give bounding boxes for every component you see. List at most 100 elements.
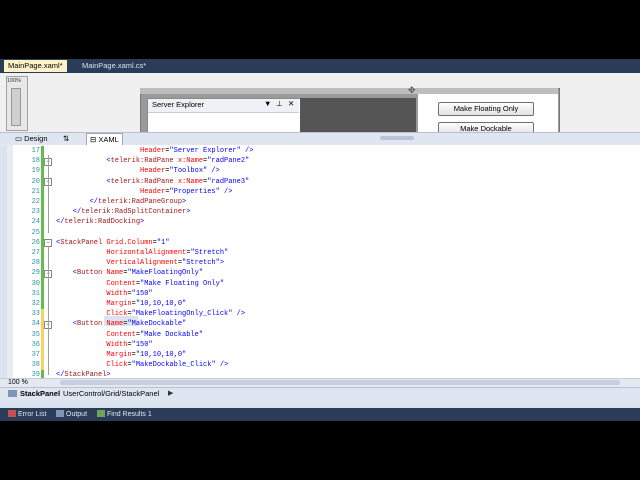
tab-find-results-label: Find Results 1	[107, 411, 152, 418]
code-line[interactable]: Click="MakeFloatingOnly_Click" />	[56, 309, 245, 319]
line-number: 29	[31, 269, 40, 278]
change-marker	[41, 207, 44, 218]
splitter-handle[interactable]	[380, 136, 414, 140]
zoom-slider-track[interactable]	[11, 88, 21, 126]
code-token: "Make Floating Only"	[140, 279, 225, 288]
code-token: Content	[56, 279, 136, 288]
change-marker	[41, 166, 44, 177]
tab-output[interactable]: Output	[56, 409, 87, 420]
pin-icon[interactable]: ⊥	[276, 99, 283, 108]
code-token: />	[232, 310, 246, 319]
change-marker	[41, 146, 44, 157]
code-line[interactable]: Width="150"	[56, 340, 152, 350]
tab-design[interactable]: ▭ Design	[12, 133, 51, 144]
code-line[interactable]: </telerik:RadSplitContainer>	[56, 207, 191, 217]
code-line[interactable]: Header="Properties" />	[56, 187, 232, 197]
code-line[interactable]: <Button Name="MakeDockable"	[56, 319, 186, 329]
line-number: 20	[31, 177, 40, 186]
code-line[interactable]: Header="Toolbox" />	[56, 166, 220, 176]
indicator-margin	[7, 145, 13, 378]
code-token: >	[219, 259, 225, 268]
breadcrumb-root[interactable]: StackPanel	[20, 389, 60, 398]
code-line[interactable]: <telerik:RadPane x:Name="radPane3"	[56, 177, 249, 187]
code-token: Width	[56, 289, 128, 298]
code-token: "150"	[131, 289, 153, 298]
line-number: 35	[31, 330, 40, 339]
line-number: 24	[31, 218, 40, 227]
code-line[interactable]: Click="MakeDockable_Click" />	[56, 360, 228, 370]
code-token: "radPane2"	[207, 157, 250, 166]
tab-error-list-label: Error List	[18, 411, 47, 418]
code-token: Header	[56, 147, 166, 155]
line-number: 23	[31, 208, 40, 217]
line-number: 31	[31, 289, 40, 298]
code-token: Button	[77, 320, 103, 329]
make-floating-only-button[interactable]: Make Floating Only	[438, 102, 534, 116]
code-token: "10,10,10,0"	[135, 351, 187, 359]
code-token: Button	[77, 269, 103, 278]
breadcrumb-path[interactable]: UserControl/Grid/StackPanel	[63, 389, 159, 398]
move-handle-icon[interactable]: ✥	[408, 85, 416, 96]
tab-find-results[interactable]: Find Results 1	[97, 409, 152, 420]
pane-title: Server Explorer	[152, 100, 205, 109]
tab-output-label: Output	[66, 411, 88, 418]
code-line[interactable]: HorizontalAlignment="Stretch"	[56, 248, 228, 258]
tab-xaml[interactable]: ⊟ XAML	[86, 133, 123, 145]
change-marker	[41, 186, 44, 197]
code-token: Width	[56, 340, 128, 349]
code-token: telerik:RadSplitContainer	[81, 208, 187, 217]
document-tab-bar: MainPage.xaml* MainPage.xaml.cs*	[0, 59, 640, 73]
code-token: <	[56, 320, 78, 329]
change-marker	[41, 299, 44, 310]
editor-zoom-level[interactable]: 100 %	[8, 378, 28, 387]
breadcrumb-arrow-icon[interactable]: ▶	[168, 389, 173, 397]
change-marker	[41, 329, 44, 340]
tab-design-label: Design	[24, 134, 48, 143]
code-token: x:Name	[173, 157, 204, 166]
change-marker	[41, 360, 44, 371]
code-token: HorizontalAlignment	[56, 249, 187, 257]
code-token: />	[219, 187, 233, 196]
code-line[interactable]: Width="150"	[56, 289, 153, 299]
code-line[interactable]: </telerik:RadDocking>	[56, 217, 144, 227]
code-token: <	[56, 157, 111, 166]
code-token: >	[186, 208, 191, 217]
line-number: 28	[31, 259, 40, 268]
code-line[interactable]: Margin="10,10,10,0"	[56, 350, 186, 360]
code-line[interactable]: Content="Make Floating Only"	[56, 279, 224, 289]
change-marker	[41, 197, 44, 208]
code-token: "Make Dockable"	[140, 330, 204, 339]
tab-mainpage-xaml-cs[interactable]: MainPage.xaml.cs*	[78, 60, 150, 72]
code-line[interactable]: </telerik:RadPaneGroup>	[56, 197, 187, 207]
code-token: VerticalAlignment	[56, 259, 178, 268]
line-number: 30	[31, 279, 40, 288]
pane-menu-dropdown-icon[interactable]: ▼	[264, 99, 271, 108]
change-marker	[41, 278, 44, 289]
tab-error-list[interactable]: Error List	[8, 409, 46, 420]
swap-panes-button[interactable]: ⇅	[60, 133, 72, 144]
code-line[interactable]: Content="Make Dockable"	[56, 330, 203, 340]
code-token: "MakeFloatingOnly_Click"	[131, 310, 233, 319]
tab-mainpage-xaml[interactable]: MainPage.xaml*	[4, 60, 67, 72]
code-token: Header	[56, 187, 166, 196]
code-line[interactable]: Header="Server Explorer" />	[56, 146, 253, 156]
line-number: 22	[31, 198, 40, 206]
docking-document-area	[300, 98, 416, 132]
code-token: Margin	[56, 351, 132, 359]
code-token: telerik:RadPane	[110, 157, 174, 166]
line-number: 34	[31, 320, 40, 329]
code-token: >	[182, 198, 187, 206]
code-line[interactable]: <Button Name="MakeFloatingOnly"	[56, 268, 203, 278]
horizontal-scroll-thumb[interactable]	[60, 380, 620, 385]
change-marker	[41, 288, 44, 299]
close-icon[interactable]: ✕	[288, 99, 294, 108]
code-line[interactable]: VerticalAlignment="Stretch">	[56, 258, 224, 268]
change-marker	[41, 309, 44, 320]
element-icon	[8, 390, 17, 397]
code-token: telerik:RadPaneGroup	[98, 198, 183, 206]
code-line[interactable]: <StackPanel Grid.Column="1"	[56, 238, 169, 248]
code-line[interactable]: Margin="10,10,10,0"	[56, 299, 186, 309]
code-line[interactable]: <telerik:RadPane x:Name="radPane2"	[56, 156, 249, 166]
line-number: 33	[31, 310, 40, 319]
change-marker	[41, 350, 44, 361]
